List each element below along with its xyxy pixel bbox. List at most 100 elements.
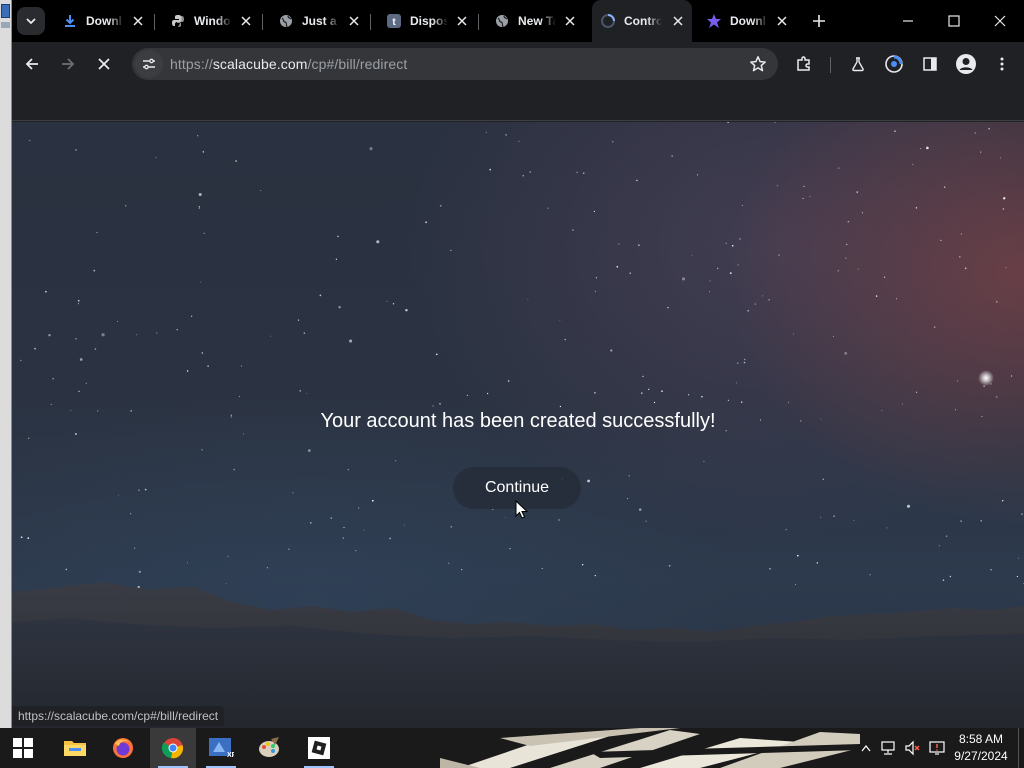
minimize-button[interactable] [895, 8, 921, 34]
bookmark-star-button[interactable] [748, 54, 768, 74]
star [747, 309, 750, 312]
extensions-button[interactable] [790, 50, 818, 78]
side-panel-button[interactable] [916, 50, 944, 78]
close-tab-icon[interactable] [454, 13, 470, 29]
taskbar-paint[interactable] [246, 728, 292, 768]
star [355, 549, 357, 552]
star [527, 298, 529, 300]
mouse-cursor-icon [515, 500, 529, 519]
star [439, 204, 442, 207]
stop-loading-button[interactable] [90, 50, 118, 78]
url-path: /cp#/bill/redirect [307, 56, 408, 72]
star [618, 243, 620, 245]
star [920, 147, 922, 150]
tab-control-panel-active[interactable]: Contro [592, 0, 692, 42]
tab-title: Downl [730, 14, 766, 28]
back-button[interactable] [18, 50, 46, 78]
star [896, 298, 897, 300]
star [435, 353, 438, 356]
desktop-icon[interactable] [1, 4, 10, 18]
extension-button[interactable] [880, 50, 908, 78]
chrome-icon [161, 738, 184, 759]
close-tab-icon[interactable] [562, 13, 578, 29]
minimize-icon [903, 20, 913, 22]
star [822, 478, 824, 480]
star [875, 295, 878, 297]
close-window-button[interactable] [987, 8, 1013, 34]
star [857, 268, 860, 270]
star [198, 205, 201, 208]
star [940, 239, 942, 242]
site-info-button[interactable] [135, 50, 163, 78]
star [641, 392, 643, 394]
tab-just-a-moment[interactable]: Just a [270, 7, 368, 35]
tab-separator [262, 14, 263, 30]
profile-button[interactable] [952, 50, 980, 78]
forward-button[interactable] [54, 50, 82, 78]
star [138, 489, 140, 492]
star [186, 370, 189, 372]
paint-palette-icon [259, 737, 279, 757]
taskbar-roblox[interactable] [296, 728, 342, 768]
star [1002, 208, 1005, 210]
star [648, 388, 650, 391]
star [768, 299, 770, 301]
star [94, 348, 97, 350]
new-tab-button[interactable] [808, 10, 830, 32]
close-tab-icon[interactable] [774, 13, 790, 29]
star [933, 326, 936, 328]
star [1010, 375, 1013, 377]
desktop-edge [0, 0, 12, 728]
star [616, 265, 619, 268]
star [197, 135, 199, 137]
tab-search-button[interactable] [17, 7, 45, 35]
tab-download-1[interactable]: Downl [54, 7, 152, 35]
star [369, 147, 373, 151]
flask-icon [852, 57, 864, 72]
taskbar-xp-app[interactable]: XP [198, 728, 244, 768]
star [861, 212, 863, 214]
tray-overflow-button[interactable] [858, 728, 874, 768]
tray-volume[interactable] [902, 728, 924, 768]
star [740, 401, 743, 403]
tab-disposable[interactable]: t Dispos [378, 7, 476, 35]
star [774, 122, 776, 124]
star [306, 392, 308, 394]
star [754, 303, 757, 305]
star [847, 220, 850, 223]
taskbar-clock[interactable]: 8:58 AM 9/27/2024 [948, 731, 1014, 765]
tray-display[interactable] [926, 728, 948, 768]
taskbar-chrome[interactable] [150, 728, 196, 768]
address-bar[interactable]: https://scalacube.com/cp#/bill/redirect [132, 48, 778, 80]
star [558, 519, 560, 521]
tray-network[interactable] [878, 728, 900, 768]
tab-new-tab[interactable]: New Ta [486, 7, 584, 35]
star [884, 276, 886, 278]
desktop-icon-label [1, 22, 10, 28]
tab-windows[interactable]: Windo [162, 7, 260, 35]
close-tab-icon[interactable] [346, 13, 362, 29]
star [308, 449, 311, 452]
star [75, 433, 77, 435]
taskbar-wallpaper [440, 728, 860, 768]
labs-button[interactable] [844, 50, 872, 78]
taskbar-file-explorer[interactable] [52, 728, 98, 768]
close-tab-icon[interactable] [670, 13, 686, 29]
star [610, 349, 613, 352]
show-desktop-button[interactable] [1018, 728, 1024, 768]
screen: Downl Windo Just a t Dispos New Ta Contr… [0, 0, 1024, 768]
close-tab-icon[interactable] [130, 13, 146, 29]
close-tab-icon[interactable] [238, 13, 254, 29]
star [886, 527, 888, 529]
start-button[interactable] [0, 728, 46, 768]
maximize-button[interactable] [941, 8, 967, 34]
star [118, 494, 119, 496]
tab-download-2[interactable]: Downl [698, 7, 796, 35]
star [691, 255, 693, 256]
menu-button[interactable] [988, 50, 1016, 78]
plus-icon [813, 15, 825, 27]
star-icon [750, 56, 766, 72]
tab-separator [370, 14, 371, 30]
taskbar-firefox[interactable] [100, 728, 146, 768]
star [404, 524, 405, 526]
